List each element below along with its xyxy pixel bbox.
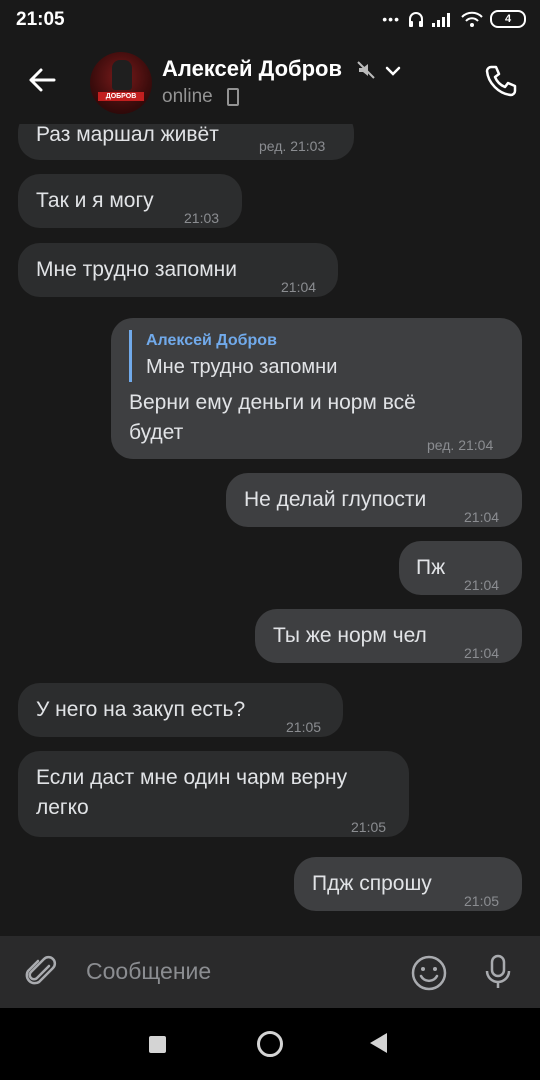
message-bubble-out[interactable]: Пж 21:04 xyxy=(399,541,522,595)
message-list[interactable]: Раз маршал живёт ред. 21:03 Так и я могу… xyxy=(0,124,540,936)
wifi-icon xyxy=(461,11,483,27)
chat-header: ДОБРОВ Алексей Добров online xyxy=(0,40,540,124)
message-bubble-in[interactable]: Раз маршал живёт ред. 21:03 xyxy=(18,124,354,160)
system-nav-bar xyxy=(0,1008,540,1080)
message-time: 21:05 xyxy=(351,819,387,835)
message-time: 21:04 xyxy=(281,279,317,295)
message-bubble-in[interactable]: Так и я могу 21:03 xyxy=(18,174,242,228)
avatar-figure xyxy=(112,60,132,90)
avatar-tag: ДОБРОВ xyxy=(98,92,144,101)
message-time: 21:04 xyxy=(464,509,500,525)
status-icons: ••• 4 xyxy=(382,10,526,28)
signal-icon xyxy=(432,13,450,27)
message-time: ред. 21:03 xyxy=(259,138,326,154)
message-bubble-out-reply[interactable]: Алексей Добров Мне трудно запомни Верни … xyxy=(111,318,522,459)
message-text: Раз маршал живёт xyxy=(36,124,219,146)
message-text: Так и я могу xyxy=(36,189,154,212)
message-text-line2: будет xyxy=(129,421,184,444)
message-text-line1: Верни ему деньги и норм всё xyxy=(129,391,416,414)
chevron-down-icon[interactable] xyxy=(384,62,402,80)
paperclip-icon[interactable] xyxy=(22,952,62,992)
message-text: Ты же норм чел xyxy=(273,624,427,647)
message-text: Мне трудно запомни xyxy=(36,258,237,281)
status-bar: 21:05 ••• 4 xyxy=(0,0,540,40)
avatar[interactable]: ДОБРОВ xyxy=(90,52,152,114)
clock: 21:05 xyxy=(16,9,65,30)
headphones-icon xyxy=(409,12,423,27)
message-bubble-out[interactable]: Пдж спрошу 21:05 xyxy=(294,857,522,911)
message-bubble-in[interactable]: Мне трудно запомни 21:04 xyxy=(18,243,338,297)
message-text: У него на закуп есть? xyxy=(36,698,246,721)
message-bubble-in[interactable]: Если даст мне один чарм верну легко 21:0… xyxy=(18,751,409,837)
message-time: 21:03 xyxy=(184,210,220,226)
message-time: ред. 21:04 xyxy=(427,437,494,453)
message-text-line2: легко xyxy=(36,796,89,819)
dots-icon: ••• xyxy=(382,11,400,27)
message-input[interactable]: Сообщение xyxy=(86,958,211,985)
arrow-left-icon[interactable] xyxy=(24,62,60,98)
message-time: 21:04 xyxy=(464,645,500,661)
message-text-line1: Если даст мне один чарм верну xyxy=(36,766,348,789)
speaker-muted-icon xyxy=(357,61,375,79)
battery-icon: 4 xyxy=(490,10,526,28)
message-time: 21:05 xyxy=(286,719,322,735)
nav-back-icon[interactable] xyxy=(370,1033,387,1053)
recents-icon[interactable] xyxy=(149,1036,166,1053)
message-bubble-in[interactable]: У него на закуп есть? 21:05 xyxy=(18,683,343,737)
home-icon[interactable] xyxy=(257,1031,283,1057)
message-time: 21:04 xyxy=(464,577,500,593)
message-text: Не делай глупости xyxy=(244,488,427,511)
smile-icon[interactable] xyxy=(410,954,448,992)
message-composer: Сообщение xyxy=(0,936,540,1008)
reply-quote[interactable]: Алексей Добров Мне трудно запомни xyxy=(129,330,337,382)
message-bubble-out[interactable]: Не делай глупости 21:04 xyxy=(226,473,522,527)
mobile-icon xyxy=(227,88,239,106)
message-text: Пдж спрошу xyxy=(312,872,432,895)
message-time: 21:05 xyxy=(464,893,500,909)
reply-author: Алексей Добров xyxy=(146,332,277,349)
contact-name[interactable]: Алексей Добров xyxy=(162,56,342,82)
message-bubble-out[interactable]: Ты же норм чел 21:04 xyxy=(255,609,522,663)
message-text: Пж xyxy=(416,556,446,579)
online-status: online xyxy=(162,86,213,107)
microphone-icon[interactable] xyxy=(478,952,518,992)
reply-text: Мне трудно запомни xyxy=(146,356,338,378)
phone-icon[interactable] xyxy=(482,62,520,100)
